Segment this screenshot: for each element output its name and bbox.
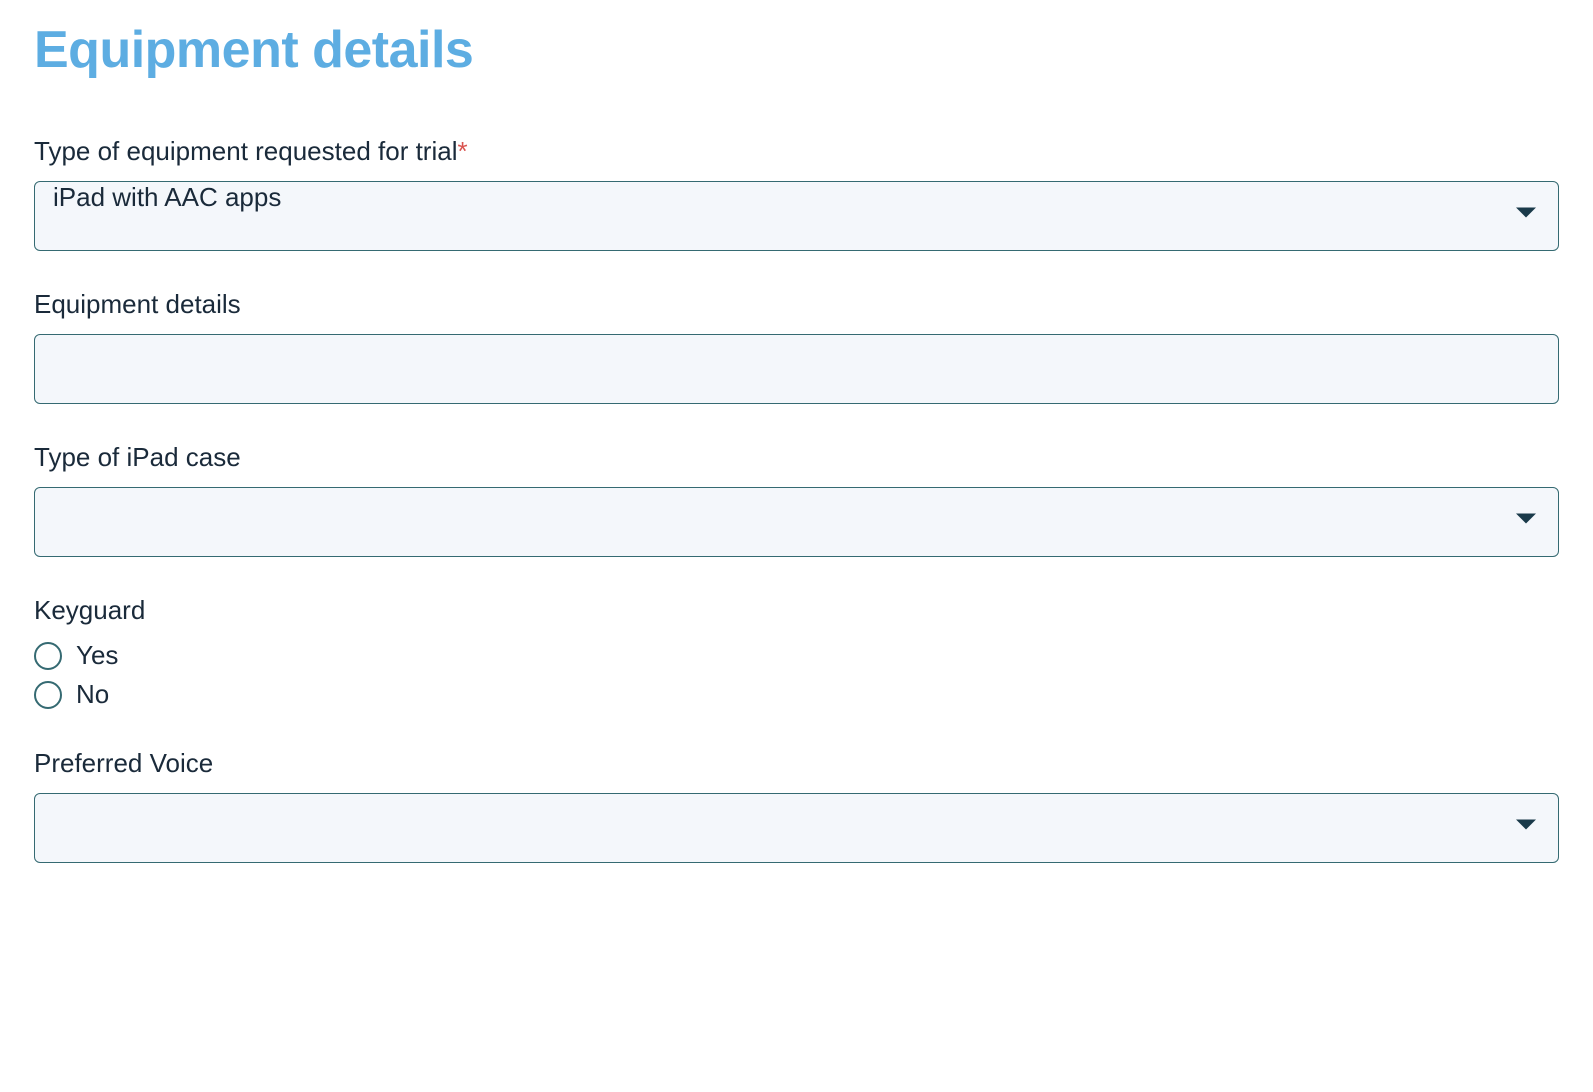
ipad-case-select[interactable] bbox=[34, 487, 1559, 557]
keyguard-group: Keyguard Yes No bbox=[34, 595, 1559, 710]
keyguard-label: Keyguard bbox=[34, 595, 1559, 626]
equipment-type-label-text: Type of equipment requested for trial bbox=[34, 136, 457, 166]
equipment-details-label: Equipment details bbox=[34, 289, 1559, 320]
page-title: Equipment details bbox=[34, 20, 1559, 80]
equipment-type-select[interactable]: iPad with AAC apps bbox=[34, 181, 1559, 251]
equipment-details-input[interactable] bbox=[34, 334, 1559, 404]
equipment-type-label: Type of equipment requested for trial* bbox=[34, 136, 1559, 167]
required-mark: * bbox=[457, 136, 467, 166]
preferred-voice-label: Preferred Voice bbox=[34, 748, 1559, 779]
radio-icon bbox=[34, 681, 62, 709]
ipad-case-label: Type of iPad case bbox=[34, 442, 1559, 473]
preferred-voice-group: Preferred Voice bbox=[34, 748, 1559, 863]
keyguard-yes-label: Yes bbox=[76, 640, 118, 671]
keyguard-yes-option[interactable]: Yes bbox=[34, 640, 1559, 671]
keyguard-radio-group: Yes No bbox=[34, 640, 1559, 710]
ipad-case-select-wrapper bbox=[34, 487, 1559, 557]
radio-icon bbox=[34, 642, 62, 670]
keyguard-no-label: No bbox=[76, 679, 109, 710]
preferred-voice-select[interactable] bbox=[34, 793, 1559, 863]
equipment-details-group: Equipment details bbox=[34, 289, 1559, 404]
equipment-type-select-wrapper: iPad with AAC apps bbox=[34, 181, 1559, 251]
equipment-type-group: Type of equipment requested for trial* i… bbox=[34, 136, 1559, 251]
keyguard-no-option[interactable]: No bbox=[34, 679, 1559, 710]
ipad-case-group: Type of iPad case bbox=[34, 442, 1559, 557]
preferred-voice-select-wrapper bbox=[34, 793, 1559, 863]
